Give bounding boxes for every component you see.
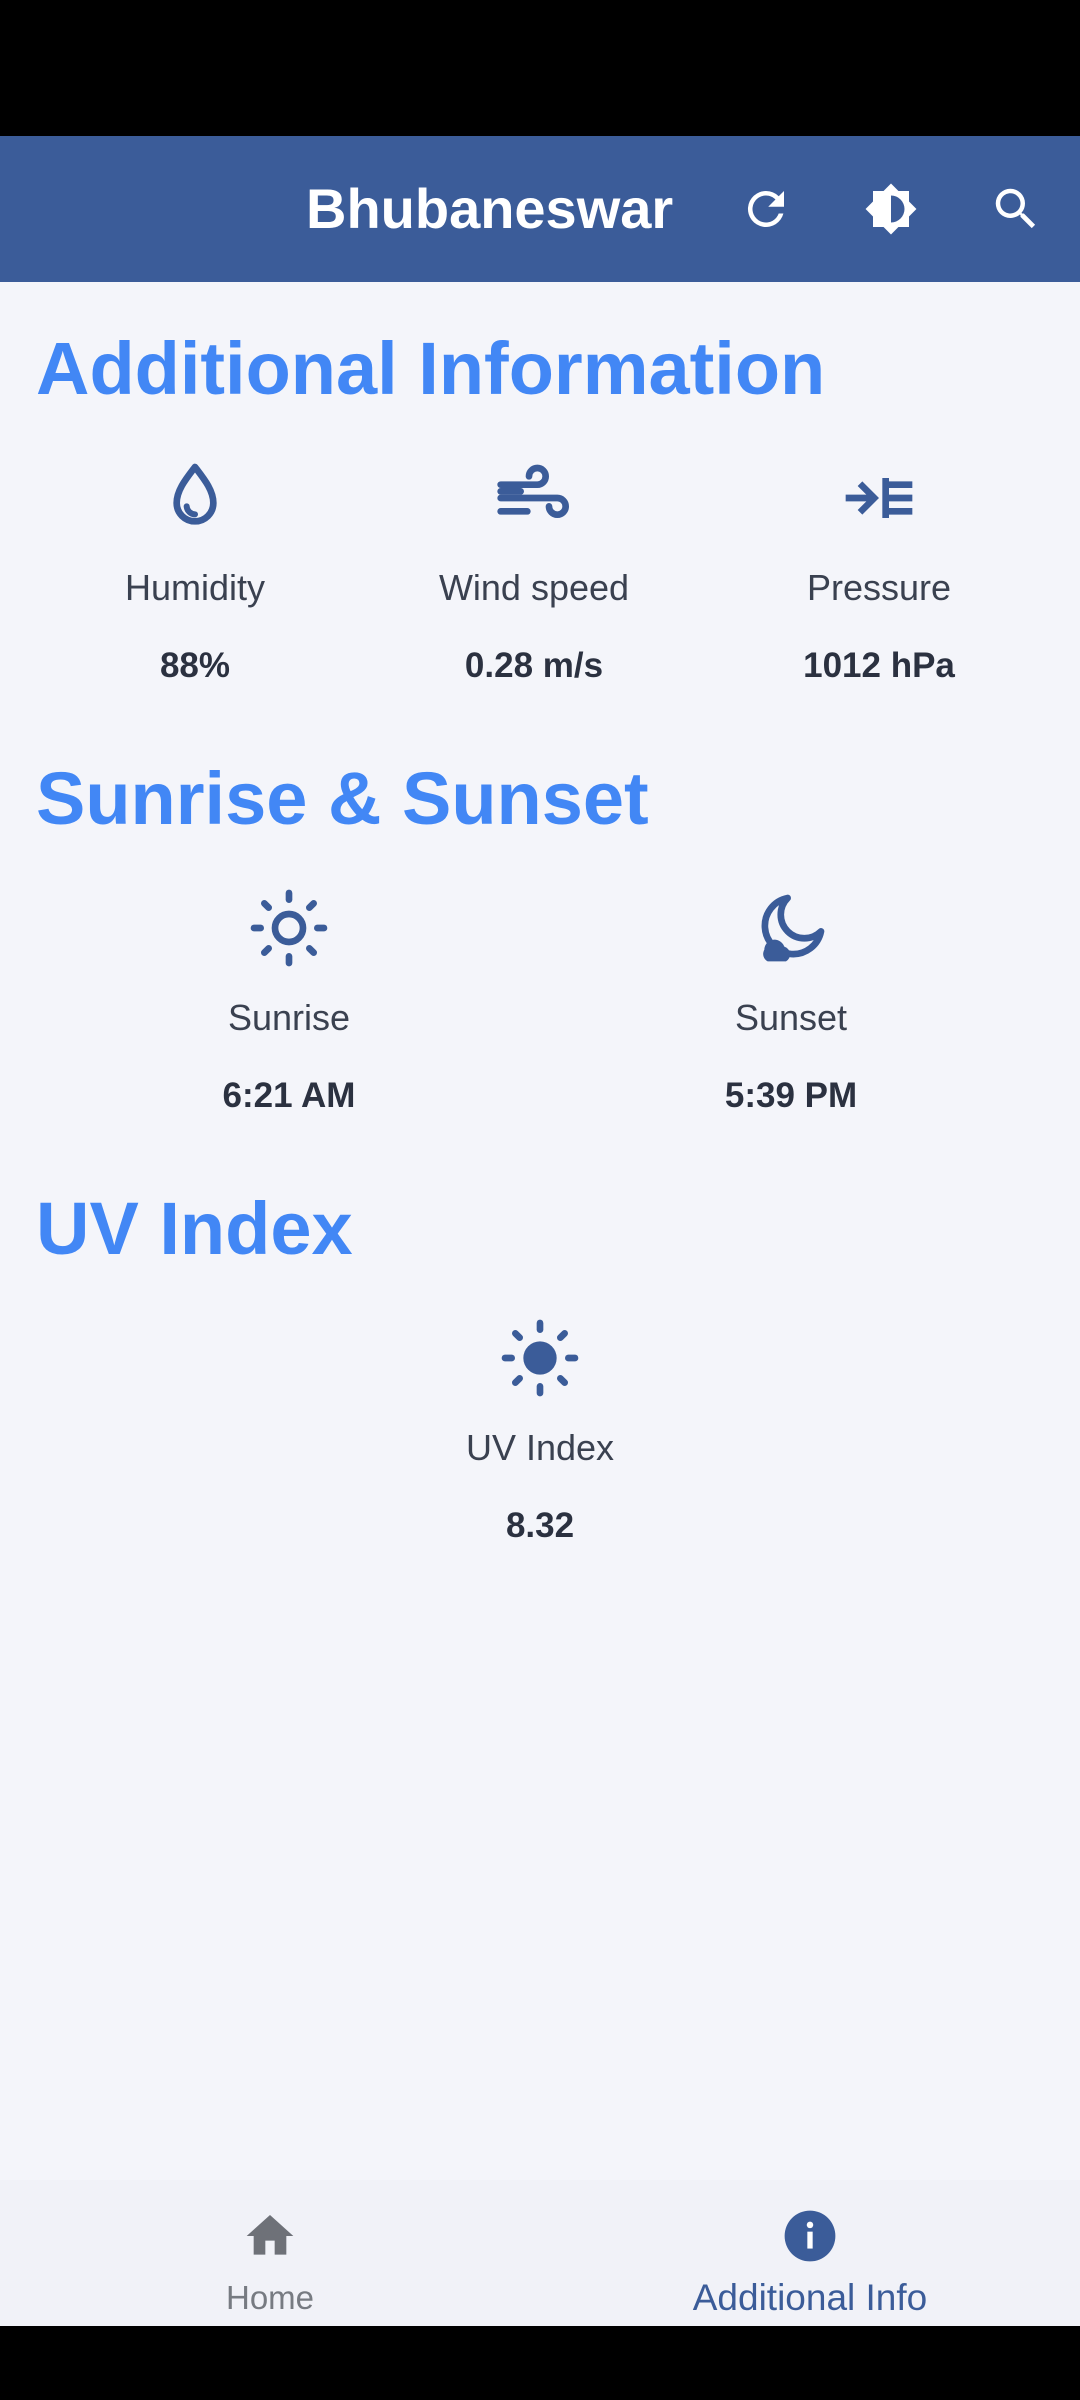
- nav-home[interactable]: Home: [0, 2180, 540, 2326]
- bottom-navigation: Home Additional Info: [0, 2180, 1080, 2326]
- sunset-item: Sunset 5:39 PM: [641, 888, 941, 1118]
- sunrise-value: 6:21 AM: [222, 1076, 356, 1115]
- nav-home-label: Home: [225, 2279, 315, 2316]
- pressure-label: Pressure: [806, 567, 952, 608]
- app-bar: Bhubaneswar: [0, 136, 1080, 282]
- water-drop-icon: [173, 463, 217, 525]
- brightness-icon: [865, 183, 917, 235]
- uv-index-item: UV Index 8.32: [390, 1318, 690, 1548]
- nav-additional-info-label: Additional Info: [692, 2277, 928, 2318]
- humidity-value: 88%: [159, 646, 231, 685]
- sunrise-item: Sunrise 6:21 AM: [139, 888, 439, 1118]
- sunset-value: 5:39 PM: [724, 1076, 858, 1115]
- sunset-label: Sunset: [734, 997, 848, 1038]
- system-navigation-bar: [0, 2326, 1080, 2400]
- uv-index-value: 8.32: [505, 1506, 575, 1545]
- uv-index-title: UV Index: [36, 1187, 353, 1270]
- sun-filled-icon: [501, 1319, 579, 1397]
- city-title: Bhubaneswar: [306, 177, 674, 240]
- wind-speed-label: Wind speed: [438, 567, 630, 608]
- uv-index-label: UV Index: [465, 1427, 615, 1468]
- sun-outline-icon: [250, 889, 328, 967]
- wind-speed-item: Wind speed 0.28 m/s: [384, 458, 684, 688]
- refresh-icon: [747, 190, 784, 227]
- sunrise-label: Sunrise: [227, 997, 351, 1038]
- nav-additional-info[interactable]: Additional Info: [540, 2180, 1080, 2326]
- moon-icon: [761, 894, 825, 962]
- refresh-button[interactable]: [726, 169, 806, 249]
- search-icon: [995, 188, 1036, 229]
- additional-info-title: Additional Information: [36, 327, 826, 410]
- home-icon: [246, 2215, 294, 2255]
- humidity-label: Humidity: [124, 567, 266, 608]
- wind-speed-value: 0.28 m/s: [464, 646, 604, 685]
- pressure-value: 1012 hPa: [803, 646, 955, 685]
- search-button[interactable]: [976, 169, 1056, 249]
- pressure-icon: [845, 478, 913, 518]
- wind-icon: [497, 464, 569, 518]
- humidity-item: Humidity 88%: [45, 458, 345, 688]
- theme-toggle-button[interactable]: [851, 169, 931, 249]
- sunrise-sunset-title: Sunrise & Sunset: [36, 757, 649, 840]
- pressure-item: Pressure 1012 hPa: [729, 458, 1029, 688]
- status-bar: [0, 0, 1080, 136]
- info-icon: [784, 2210, 836, 2262]
